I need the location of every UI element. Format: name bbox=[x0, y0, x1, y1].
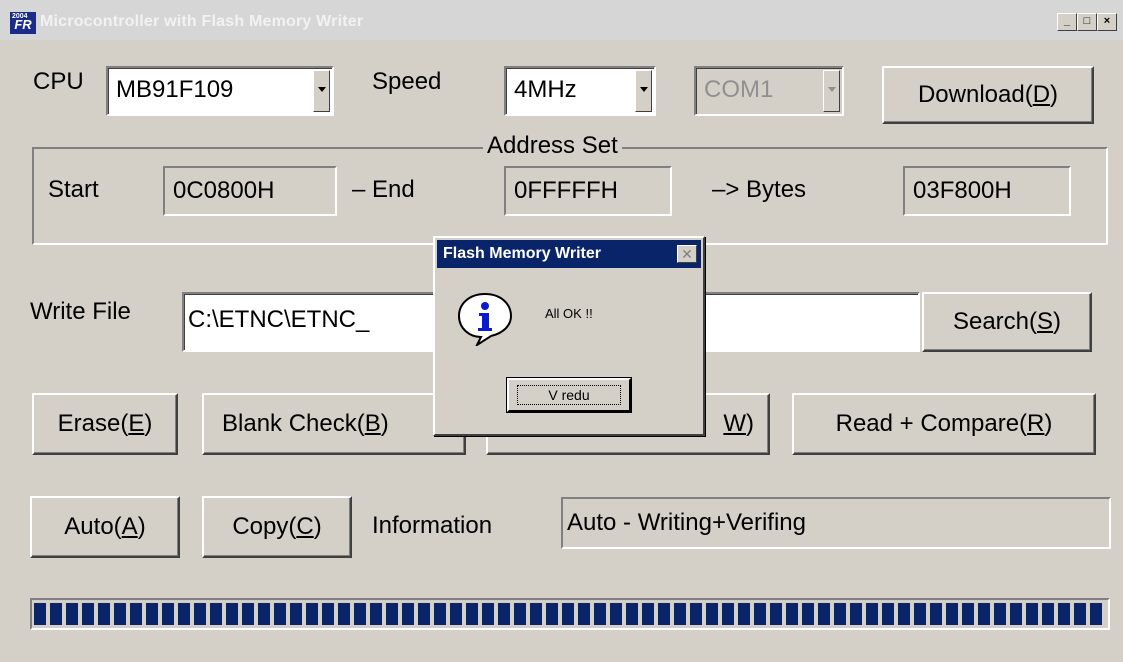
dialog-title: Flash Memory Writer bbox=[443, 245, 601, 262]
end-label: – End bbox=[352, 176, 415, 203]
start-label: Start bbox=[48, 176, 99, 203]
search-button[interactable]: Search(S) bbox=[922, 292, 1092, 352]
ok-button-label: V redu bbox=[517, 385, 621, 405]
address-set-title: Address Set bbox=[483, 132, 622, 160]
info-icon bbox=[457, 292, 513, 346]
close-icon[interactable]: ✕ bbox=[677, 245, 697, 263]
end-address-field[interactable]: 0FFFFFH bbox=[504, 166, 672, 216]
information-field: Auto - Writing+Verifing bbox=[561, 497, 1111, 549]
write-file-value: C:\ETNC\ETNC_ bbox=[188, 306, 370, 333]
blank-check-button[interactable]: Blank Check(B) bbox=[202, 393, 466, 455]
chevron-down-icon[interactable] bbox=[823, 70, 840, 112]
auto-button[interactable]: Auto(A) bbox=[30, 496, 180, 558]
window-title: Microcontroller with Flash Memory Writer bbox=[40, 13, 364, 30]
information-label: Information bbox=[372, 512, 493, 539]
dialog-message: All OK !! bbox=[545, 306, 593, 321]
chevron-down-icon[interactable] bbox=[635, 70, 652, 112]
chevron-down-icon[interactable] bbox=[313, 70, 330, 112]
minimize-icon[interactable]: _ bbox=[1057, 13, 1077, 31]
port-select[interactable]: COM1 bbox=[694, 66, 844, 116]
download-button[interactable]: Download(D) bbox=[882, 66, 1094, 124]
cpu-value: MB91F109 bbox=[116, 76, 234, 103]
speed-value: 4MHz bbox=[514, 76, 577, 103]
app-icon[interactable]: 2004 FR bbox=[10, 12, 36, 34]
port-value: COM1 bbox=[704, 76, 774, 103]
title-bar: 2004 FR Microcontroller with Flash Memory… bbox=[0, 0, 1123, 40]
start-address-field[interactable]: 0C0800H bbox=[163, 166, 337, 216]
write-file-label: Write File bbox=[30, 298, 131, 325]
progress-fill bbox=[34, 603, 1106, 625]
progress-bar bbox=[30, 598, 1110, 630]
dialog-title-bar: Flash Memory Writer ✕ bbox=[437, 240, 701, 268]
close-icon[interactable]: × bbox=[1097, 13, 1117, 31]
bytes-label: –> Bytes bbox=[712, 176, 807, 203]
window-controls: _ □ × bbox=[1057, 13, 1117, 31]
cpu-label: CPU bbox=[33, 68, 84, 95]
speed-select[interactable]: 4MHz bbox=[504, 66, 656, 116]
erase-button[interactable]: Erase(E) bbox=[32, 393, 178, 455]
speed-label: Speed bbox=[372, 68, 442, 95]
copy-button[interactable]: Copy(C) bbox=[202, 496, 352, 558]
read-compare-button[interactable]: Read + Compare(R) bbox=[792, 393, 1096, 455]
ok-button[interactable]: V redu bbox=[507, 378, 631, 412]
bytes-field: 03F800H bbox=[903, 166, 1071, 216]
cpu-select[interactable]: MB91F109 bbox=[106, 66, 334, 116]
maximize-icon[interactable]: □ bbox=[1077, 13, 1097, 31]
message-dialog: Flash Memory Writer ✕ All OK !! V redu bbox=[433, 236, 705, 436]
